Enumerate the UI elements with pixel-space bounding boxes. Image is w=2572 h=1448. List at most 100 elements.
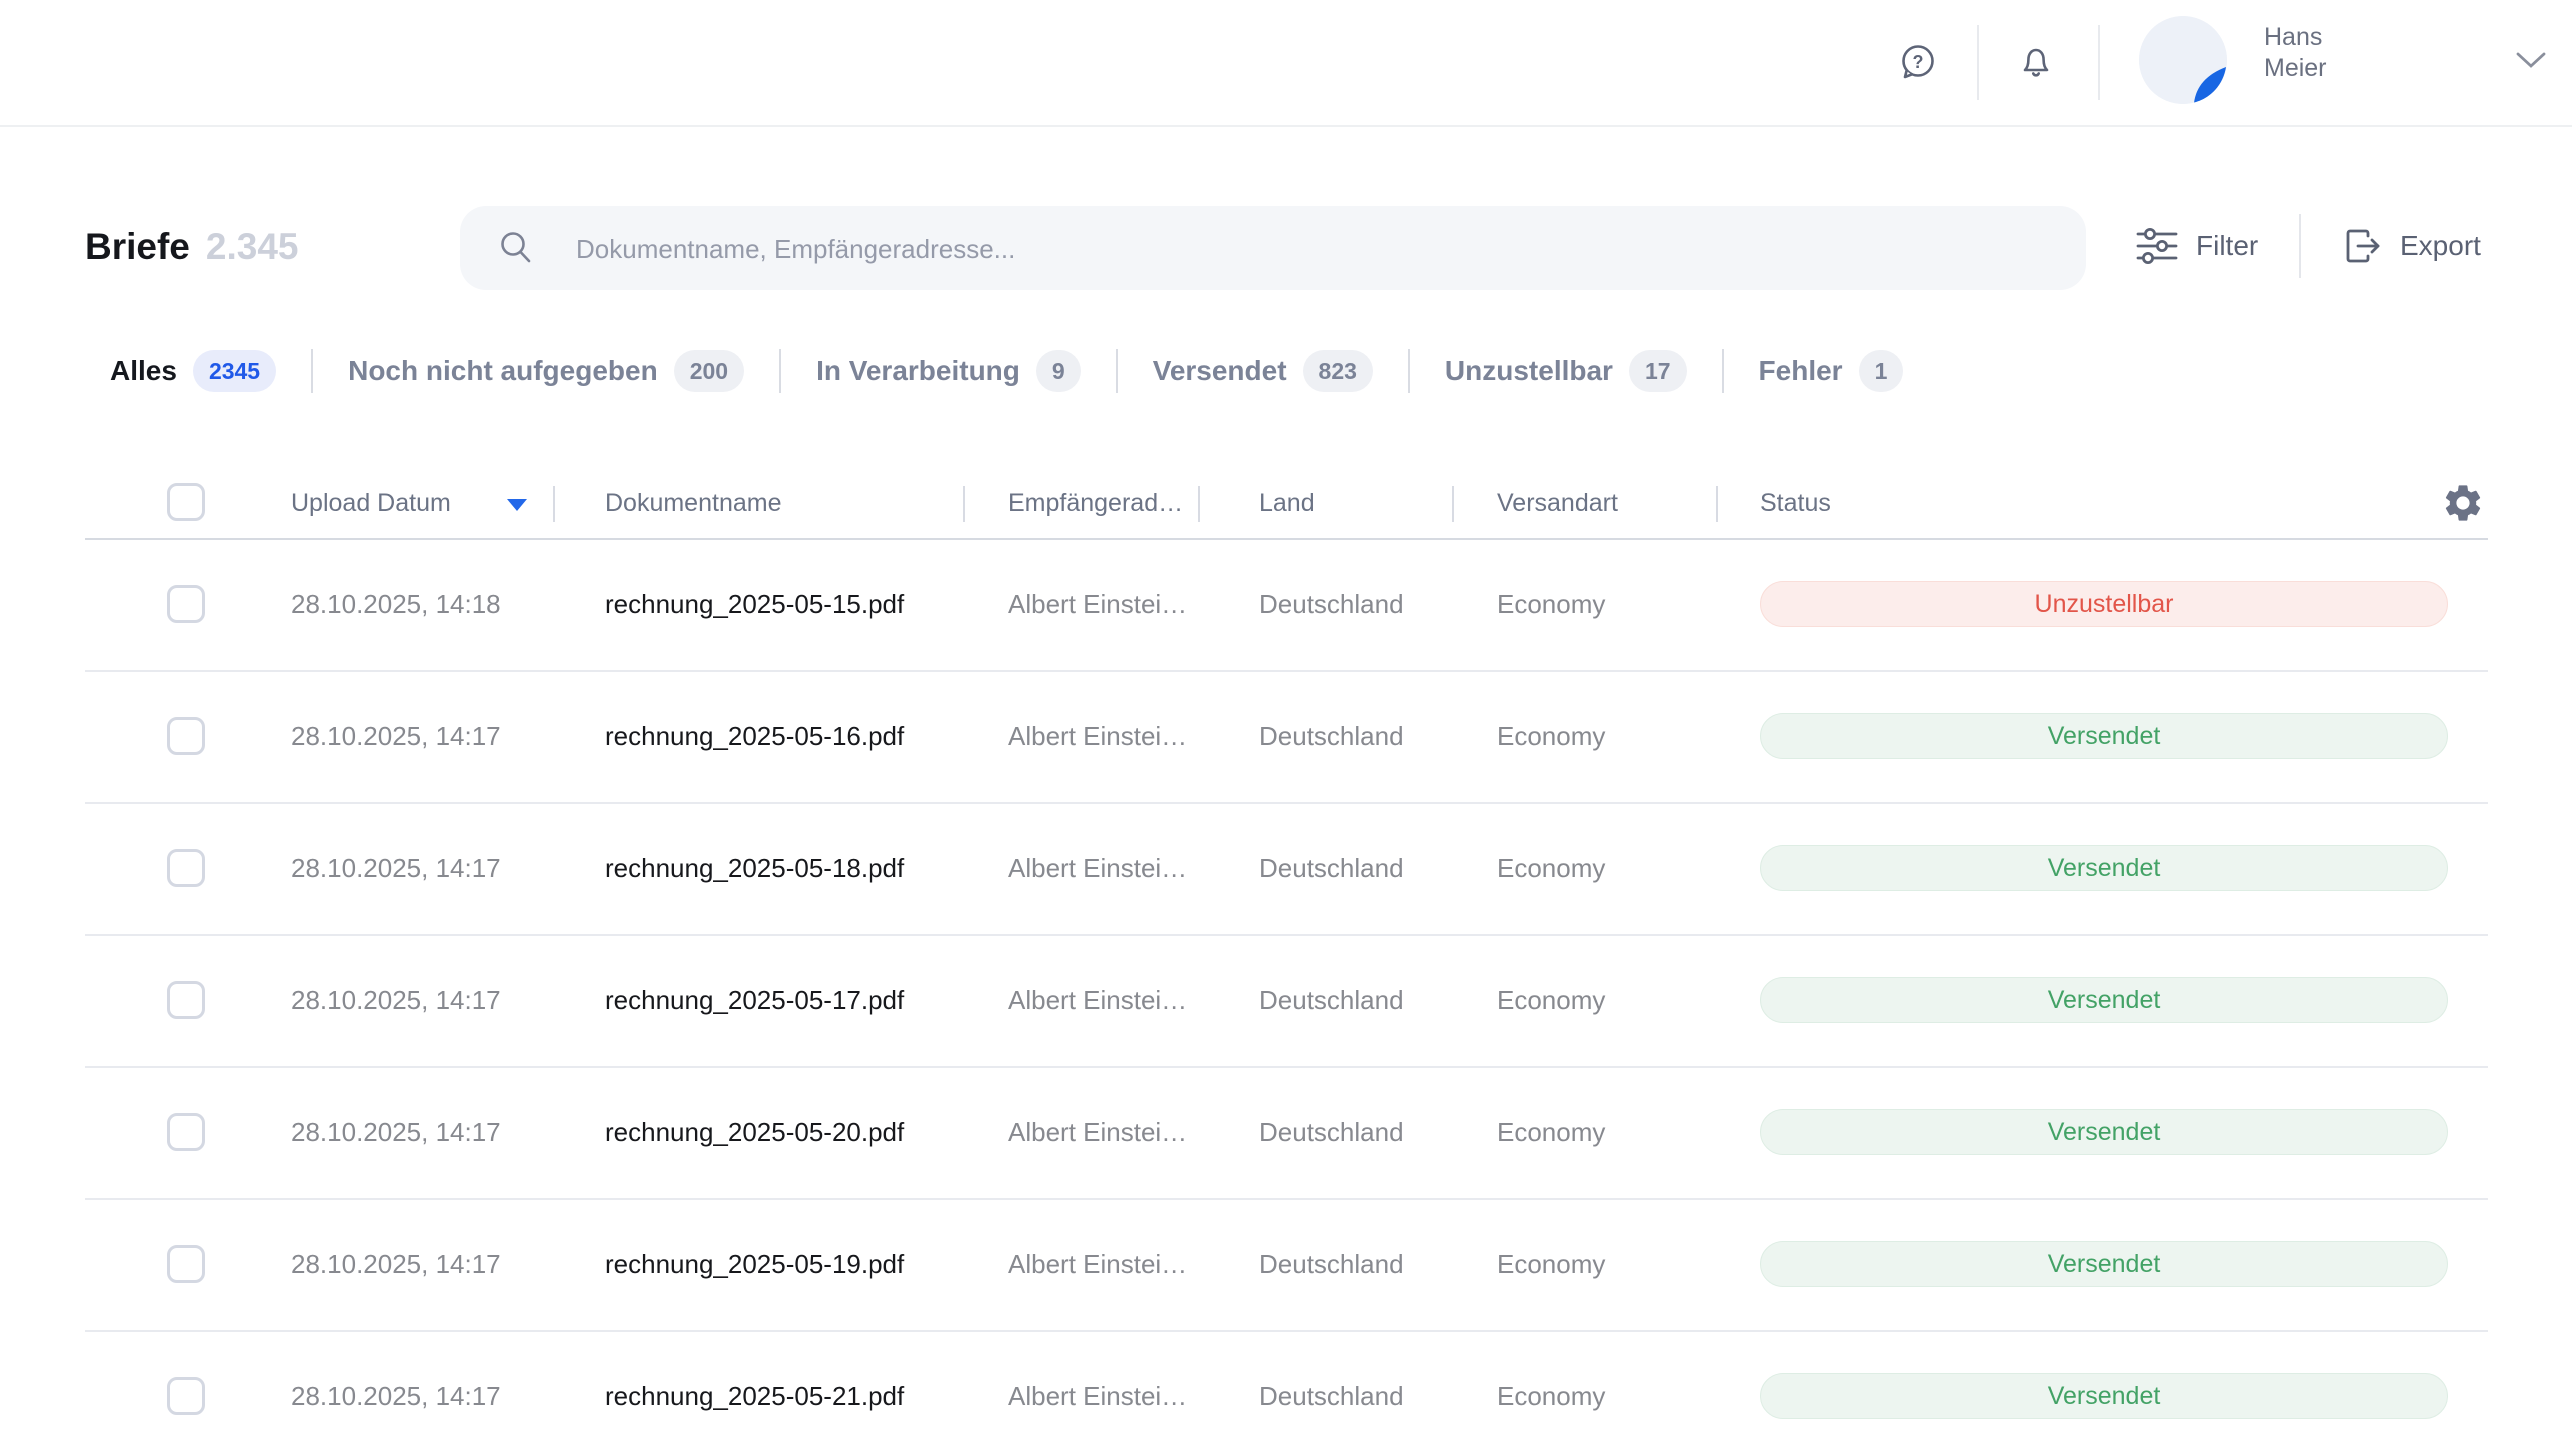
column-divider xyxy=(1198,486,1200,522)
cell-upload-datum: 28.10.2025, 14:18 xyxy=(291,540,501,668)
cell-dokumentname: rechnung_2025-05-18.pdf xyxy=(605,804,904,932)
row-checkbox[interactable] xyxy=(167,1245,205,1283)
cell-land: Deutschland xyxy=(1259,804,1404,932)
cell-versandart: Economy xyxy=(1497,1068,1605,1196)
select-all-checkbox[interactable] xyxy=(167,483,205,521)
cell-versandart: Economy xyxy=(1497,1332,1605,1448)
row-checkbox[interactable] xyxy=(167,585,205,623)
cell-empfaengeradresse: Albert Einstei… xyxy=(1008,1068,1187,1196)
row-checkbox[interactable] xyxy=(167,717,205,755)
briefe-page: ? Hans Meier Briefe 2.345 xyxy=(0,0,2572,1448)
cell-versandart: Economy xyxy=(1497,804,1605,932)
tab-count-badge: 17 xyxy=(1629,350,1687,392)
row-checkbox[interactable] xyxy=(167,981,205,1019)
column-header-land[interactable]: Land xyxy=(1259,470,1315,536)
page-title: Briefe 2.345 xyxy=(85,221,298,273)
tab-in-verarbeitung[interactable]: In Verarbeitung 9 xyxy=(816,350,1081,392)
tab-label: In Verarbeitung xyxy=(816,355,1020,387)
tab-label: Alles xyxy=(110,355,177,387)
cell-empfaengeradresse: Albert Einstei… xyxy=(1008,1332,1187,1448)
table-row[interactable]: 28.10.2025, 14:17 rechnung_2025-05-18.pd… xyxy=(85,804,2488,936)
tab-divider xyxy=(311,349,313,393)
search-bar xyxy=(460,206,2086,290)
tab-divider xyxy=(1722,349,1724,393)
tab-versendet[interactable]: Versendet 823 xyxy=(1153,350,1373,392)
bell-icon[interactable] xyxy=(2014,40,2058,84)
column-divider xyxy=(963,486,965,522)
table-row[interactable]: 28.10.2025, 14:17 rechnung_2025-05-20.pd… xyxy=(85,1068,2488,1200)
tab-label: Noch nicht aufgegeben xyxy=(348,355,658,387)
filter-button[interactable]: Filter xyxy=(2134,216,2258,276)
cell-upload-datum: 28.10.2025, 14:17 xyxy=(291,1332,501,1448)
tab-count-badge: 2345 xyxy=(193,350,276,392)
user-name[interactable]: Hans Meier xyxy=(2264,22,2374,84)
status-badge: Versendet xyxy=(1760,1373,2448,1419)
status-badge: Versendet xyxy=(1760,1109,2448,1155)
svg-text:?: ? xyxy=(1913,52,1924,72)
tab-count-badge: 9 xyxy=(1036,350,1081,392)
cell-land: Deutschland xyxy=(1259,936,1404,1064)
tab-label: Unzustellbar xyxy=(1445,355,1613,387)
chevron-down-icon[interactable] xyxy=(2512,46,2550,74)
status-badge: Versendet xyxy=(1760,713,2448,759)
table-header: Upload Datum Dokumentname Empfängerad… L… xyxy=(85,470,2488,540)
tab-count-badge: 823 xyxy=(1303,350,1373,392)
table-row[interactable]: 28.10.2025, 14:17 rechnung_2025-05-16.pd… xyxy=(85,672,2488,804)
gear-icon[interactable] xyxy=(2441,481,2485,525)
tab-divider xyxy=(779,349,781,393)
cell-upload-datum: 28.10.2025, 14:17 xyxy=(291,1068,501,1196)
avatar[interactable] xyxy=(2139,16,2227,104)
cell-upload-datum: 28.10.2025, 14:17 xyxy=(291,1200,501,1328)
tab-fehler[interactable]: Fehler 1 xyxy=(1759,350,1904,392)
table-row[interactable]: 28.10.2025, 14:17 rechnung_2025-05-19.pd… xyxy=(85,1200,2488,1332)
cell-dokumentname: rechnung_2025-05-16.pdf xyxy=(605,672,904,800)
table-row[interactable]: 28.10.2025, 14:17 rechnung_2025-05-17.pd… xyxy=(85,936,2488,1068)
cell-land: Deutschland xyxy=(1259,540,1404,668)
cell-versandart: Economy xyxy=(1497,936,1605,1064)
topbar-divider xyxy=(2098,25,2100,100)
cell-land: Deutschland xyxy=(1259,1200,1404,1328)
row-checkbox[interactable] xyxy=(167,1377,205,1415)
help-icon[interactable]: ? xyxy=(1896,40,1940,84)
cell-dokumentname: rechnung_2025-05-19.pdf xyxy=(605,1200,904,1328)
cell-versandart: Economy xyxy=(1497,1200,1605,1328)
column-divider xyxy=(553,486,555,522)
table-row[interactable]: 28.10.2025, 14:18 rechnung_2025-05-15.pd… xyxy=(85,540,2488,672)
cell-empfaengeradresse: Albert Einstei… xyxy=(1008,936,1187,1064)
cell-versandart: Economy xyxy=(1497,672,1605,800)
cell-upload-datum: 28.10.2025, 14:17 xyxy=(291,936,501,1064)
tab-divider xyxy=(1408,349,1410,393)
export-document-icon xyxy=(2338,223,2384,269)
column-header-versandart[interactable]: Versandart xyxy=(1497,470,1618,536)
column-header-upload-datum[interactable]: Upload Datum xyxy=(291,470,451,536)
filter-label: Filter xyxy=(2196,230,2258,262)
sort-descending-icon[interactable] xyxy=(507,499,527,511)
tab-divider xyxy=(1116,349,1118,393)
column-divider xyxy=(1716,486,1718,522)
table-row[interactable]: 28.10.2025, 14:17 rechnung_2025-05-21.pd… xyxy=(85,1332,2488,1448)
export-button[interactable]: Export xyxy=(2338,216,2481,276)
column-header-empfaengeradresse[interactable]: Empfängerad… xyxy=(1008,470,1183,536)
search-input[interactable] xyxy=(574,206,2058,292)
tab-unzustellbar[interactable]: Unzustellbar 17 xyxy=(1445,350,1687,392)
cell-dokumentname: rechnung_2025-05-20.pdf xyxy=(605,1068,904,1196)
column-header-status[interactable]: Status xyxy=(1760,470,1831,536)
status-badge: Versendet xyxy=(1760,845,2448,891)
tab-label: Fehler xyxy=(1759,355,1843,387)
tab-noch-nicht-aufgegeben[interactable]: Noch nicht aufgegeben 200 xyxy=(348,350,744,392)
page-title-text: Briefe xyxy=(85,226,190,268)
header-actions-divider xyxy=(2299,214,2301,278)
column-header-dokumentname[interactable]: Dokumentname xyxy=(605,470,781,536)
cell-land: Deutschland xyxy=(1259,1068,1404,1196)
cell-empfaengeradresse: Albert Einstei… xyxy=(1008,672,1187,800)
tab-label: Versendet xyxy=(1153,355,1287,387)
row-checkbox[interactable] xyxy=(167,849,205,887)
status-badge: Versendet xyxy=(1760,1241,2448,1287)
tab-alles[interactable]: Alles 2345 xyxy=(110,350,276,392)
status-tabs: Alles 2345 Noch nicht aufgegeben 200 In … xyxy=(110,340,1903,402)
row-checkbox[interactable] xyxy=(167,1113,205,1151)
cell-land: Deutschland xyxy=(1259,1332,1404,1448)
column-divider xyxy=(1452,486,1454,522)
cell-upload-datum: 28.10.2025, 14:17 xyxy=(291,804,501,932)
status-badge: Versendet xyxy=(1760,977,2448,1023)
